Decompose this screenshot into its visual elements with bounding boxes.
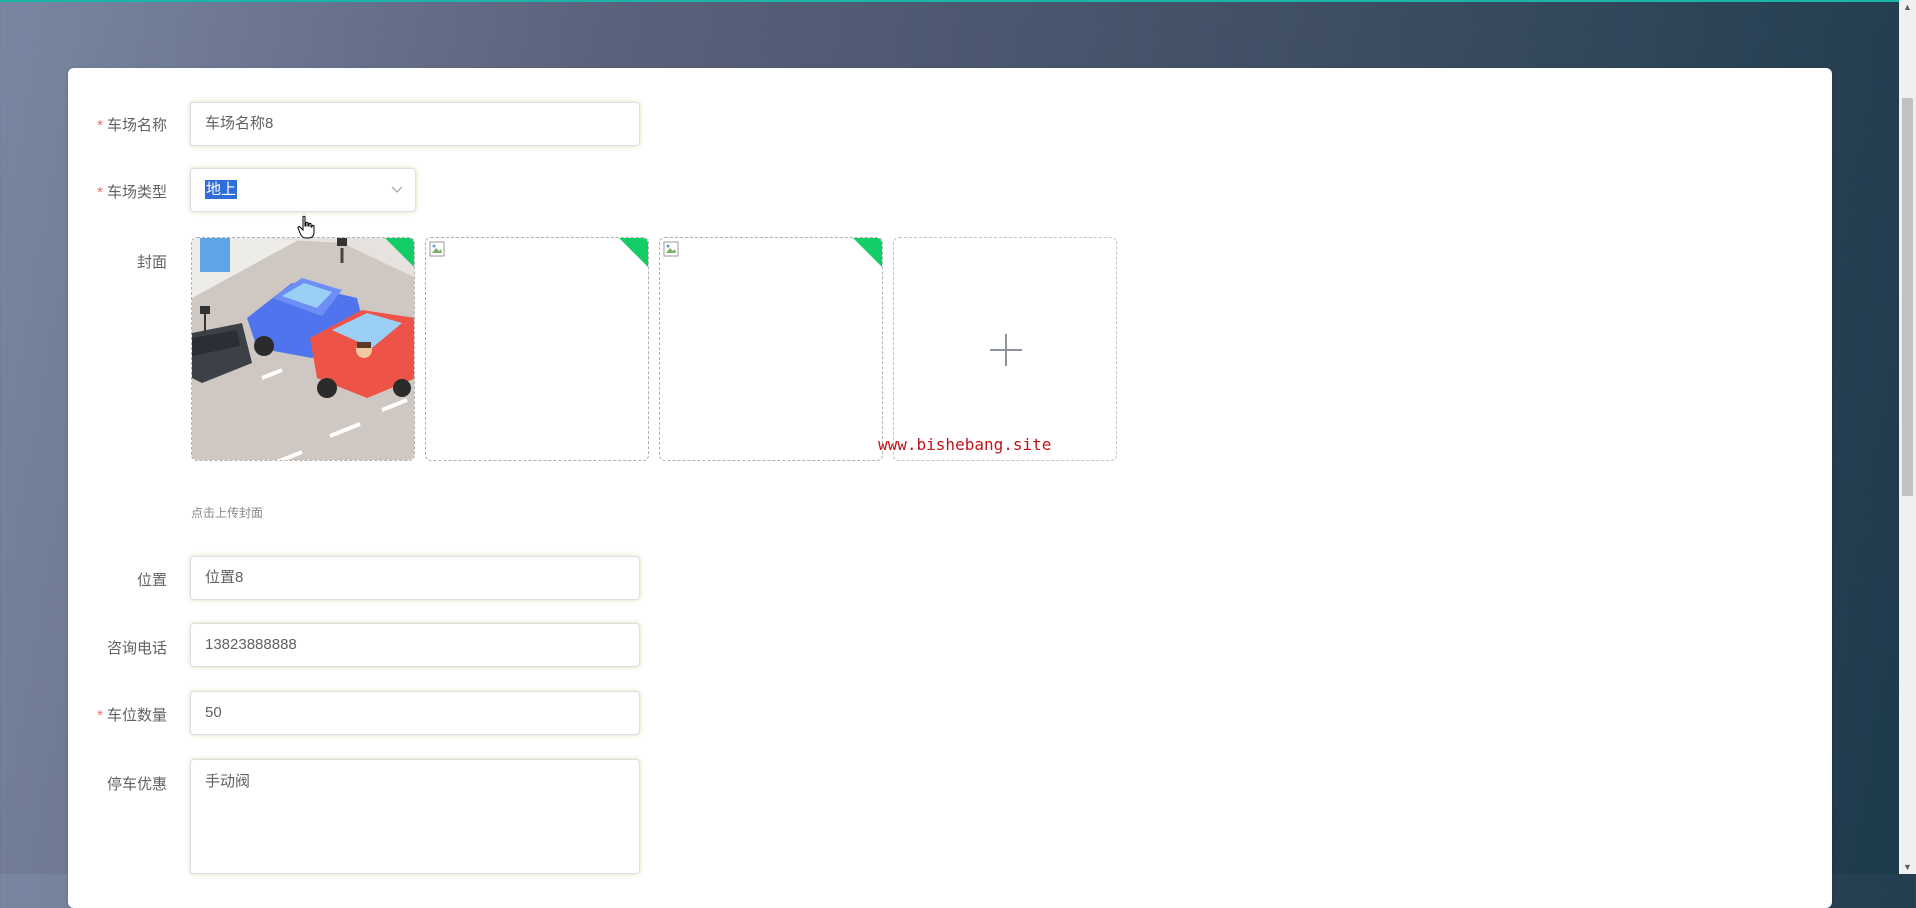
spaces-input[interactable]: 50 [190, 691, 640, 735]
uploaded-badge [617, 238, 648, 269]
type-select-value: 地上 [205, 180, 238, 199]
upload-cover-button[interactable] [893, 237, 1117, 461]
location-input[interactable]: 位置8 [190, 556, 640, 600]
cover-hint: 点击上传封面 [191, 506, 264, 520]
spaces-label: * 车位数量 [97, 707, 167, 724]
hand-cursor-icon [297, 215, 315, 239]
type-select[interactable]: 地上 [190, 168, 416, 212]
required-marker: * [97, 707, 103, 724]
broken-image-icon [429, 241, 445, 257]
cover-thumbnail-2[interactable] [425, 237, 649, 461]
type-label: * 车场类型 [97, 184, 167, 201]
cover-thumbnail-3[interactable] [659, 237, 883, 461]
watermark: www.bishebang.site [878, 435, 1052, 454]
scroll-down-icon[interactable]: ▼ [1899, 860, 1916, 874]
vertical-scrollbar[interactable]: ▲ ▼ [1899, 0, 1916, 874]
uploaded-badge [851, 238, 882, 269]
cover-thumbnail-1[interactable] [191, 237, 415, 461]
discount-textarea[interactable]: 手动阀 [190, 759, 640, 874]
name-label: * 车场名称 [97, 117, 167, 134]
scroll-thumb[interactable] [1902, 98, 1913, 496]
scroll-up-icon[interactable]: ▲ [1899, 0, 1916, 14]
parking-illustration [192, 238, 414, 460]
location-label: 位置 [136, 572, 167, 589]
plus-icon [990, 334, 1022, 366]
top-accent-line [0, 0, 1916, 2]
discount-label: 停车优惠 [106, 776, 167, 793]
broken-image-icon [663, 241, 679, 257]
phone-label: 咨询电话 [106, 640, 167, 657]
name-input[interactable]: 车场名称8 [190, 102, 640, 146]
required-marker: * [97, 117, 103, 134]
cover-label: 封面 [136, 254, 167, 271]
phone-input[interactable]: 13823888888 [190, 623, 640, 667]
required-marker: * [97, 184, 103, 201]
chevron-down-icon [391, 169, 403, 228]
